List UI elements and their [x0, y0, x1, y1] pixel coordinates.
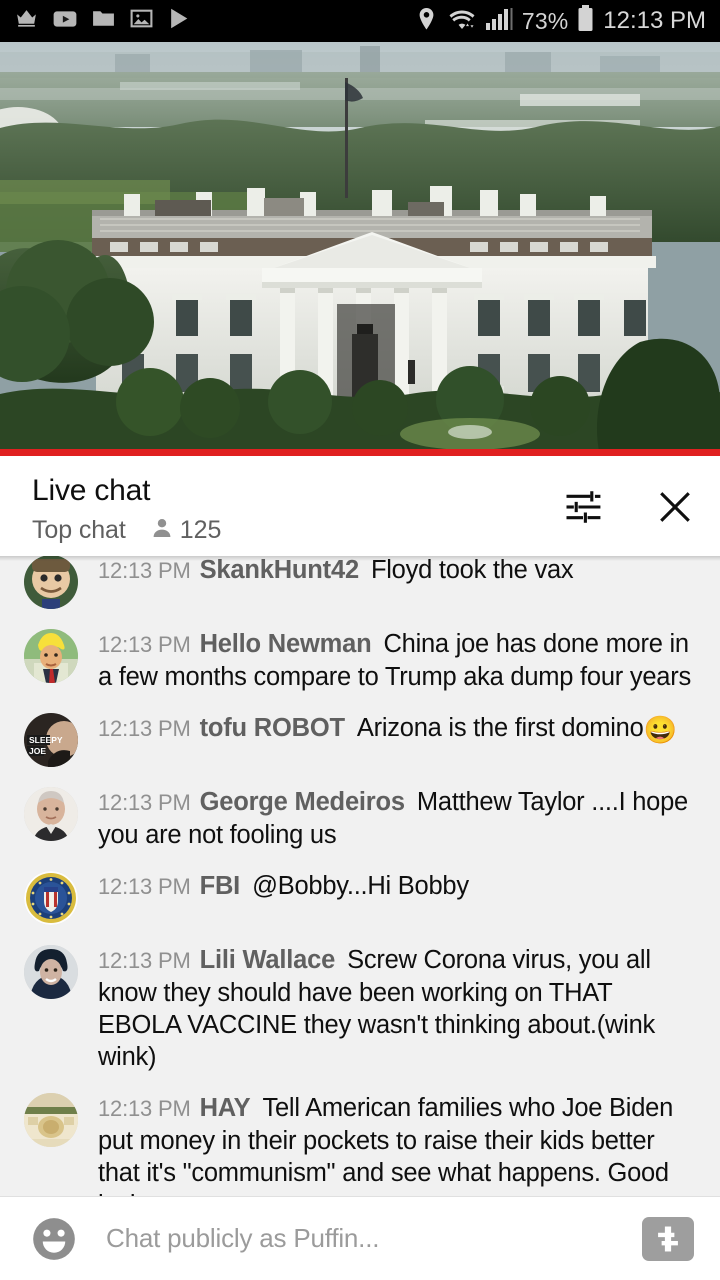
cellular-signal-icon	[485, 7, 513, 36]
message-author[interactable]: HAY	[200, 1094, 251, 1122]
live-chat-message-list[interactable]: 12:13 PM SkankHunt42 Floyd took the vax 12…	[0, 556, 720, 1196]
hay-avatar	[24, 1093, 78, 1147]
white-house-live-view	[0, 42, 720, 456]
phone-screen: 73% 12:13 PM Live chat Top chat 125 12:1…	[0, 0, 720, 1280]
list-item[interactable]: 12:13 PM HAY Tell American families who Jo…	[0, 1082, 720, 1196]
message-timestamp: 12:13 PM	[98, 1096, 191, 1121]
battery-percentage: 73%	[521, 7, 569, 34]
status-bar-notification-icons	[14, 6, 192, 37]
chat-header-titles: Live chat Top chat 125	[32, 474, 221, 545]
list-item[interactable]: 12:13 PM FBI @Bobby...Hi Bobby	[0, 860, 720, 934]
location-pin-icon	[415, 6, 438, 37]
message-body: 12:13 PM tofu ROBOT Arizona is the first d…	[98, 711, 677, 746]
message-emoji: 😀	[643, 715, 678, 745]
video-progress-bar[interactable]	[0, 449, 720, 456]
list-item[interactable]: 12:13 PM Lili Wallace Screw Corona virus, …	[0, 934, 720, 1082]
skankhunt42-avatar	[24, 556, 78, 609]
message-author[interactable]: George Medeiros	[200, 788, 406, 816]
message-author[interactable]: Hello Newman	[200, 630, 372, 658]
message-author[interactable]: Lili Wallace	[200, 946, 336, 974]
live-chat-header: Live chat Top chat 125	[0, 456, 720, 556]
status-bar: 73% 12:13 PM	[0, 0, 720, 42]
message-timestamp: 12:13 PM	[98, 716, 191, 741]
photo-icon	[129, 6, 154, 36]
message-body: 12:13 PM Hello Newman China joe has done m…	[98, 627, 692, 693]
status-bar-clock: 12:13 PM	[603, 7, 706, 34]
message-timestamp: 12:13 PM	[98, 790, 191, 815]
status-bar-system-icons: 73% 12:13 PM	[415, 5, 706, 37]
crown-icon	[14, 6, 39, 36]
lili-wallace-avatar	[24, 945, 78, 999]
message-timestamp: 12:13 PM	[98, 874, 191, 899]
person-icon	[150, 516, 174, 545]
svg-text:SLEEPY: SLEEPY	[29, 735, 63, 745]
video-player[interactable]	[0, 42, 720, 456]
chat-input[interactable]	[106, 1223, 642, 1254]
video-progress-fill	[0, 449, 720, 456]
fbi-avatar	[24, 871, 78, 925]
message-body: 12:13 PM HAY Tell American families who Jo…	[98, 1091, 692, 1196]
message-body: 12:13 PM George Medeiros Matthew Taylor ..…	[98, 785, 692, 851]
svg-text:JOE: JOE	[29, 746, 46, 756]
message-body: 12:13 PM FBI @Bobby...Hi Bobby	[98, 869, 469, 903]
message-timestamp: 12:13 PM	[98, 632, 191, 657]
list-item[interactable]: SLEEPY JOE 12:13 PM tofu ROBOT Arizona is t…	[0, 702, 720, 776]
chat-input-bar	[0, 1197, 720, 1280]
viewer-count: 125	[179, 516, 222, 544]
close-icon[interactable]	[652, 484, 698, 530]
message-timestamp: 12:13 PM	[98, 558, 191, 583]
message-text: @Bobby...Hi Bobby	[252, 872, 469, 900]
super-chat-dollar-icon[interactable]	[642, 1216, 694, 1261]
chat-mode-label[interactable]: Top chat	[32, 516, 126, 545]
viewer-count-group: 125	[150, 516, 222, 545]
chat-list-inner: 12:13 PM SkankHunt42 Floyd took the vax 12…	[0, 556, 720, 1196]
message-timestamp: 12:13 PM	[98, 948, 191, 973]
message-body: 12:13 PM SkankHunt42 Floyd took the vax	[98, 556, 574, 587]
chat-settings-icon[interactable]	[560, 484, 606, 530]
message-author[interactable]: SkankHunt42	[200, 556, 360, 584]
message-body: 12:13 PM Lili Wallace Screw Corona virus, …	[98, 943, 692, 1073]
chat-header-actions	[560, 474, 698, 530]
message-text: Arizona is the first domino	[356, 714, 644, 742]
list-item[interactable]: 12:13 PM Hello Newman China joe has done m…	[0, 618, 720, 702]
george-medeiros-avatar	[24, 787, 78, 841]
page-title: Live chat	[32, 474, 151, 507]
battery-icon	[577, 5, 594, 37]
message-author[interactable]: FBI	[200, 872, 241, 900]
list-item[interactable]: 12:13 PM George Medeiros Matthew Taylor ..…	[0, 776, 720, 860]
message-author[interactable]: tofu ROBOT	[200, 714, 346, 742]
emoji-smiley-icon[interactable]	[28, 1213, 80, 1265]
tofu-robot-avatar: SLEEPY JOE	[24, 713, 78, 767]
list-item[interactable]: 12:13 PM SkankHunt42 Floyd took the vax	[0, 556, 720, 618]
wifi-icon	[447, 6, 477, 37]
hello-newman-avatar	[24, 629, 78, 683]
message-text: Floyd took the vax	[370, 556, 574, 584]
chat-subheader: Top chat 125	[32, 516, 221, 545]
folder-icon	[91, 6, 116, 36]
play-store-icon	[167, 6, 192, 36]
youtube-icon	[52, 6, 78, 37]
